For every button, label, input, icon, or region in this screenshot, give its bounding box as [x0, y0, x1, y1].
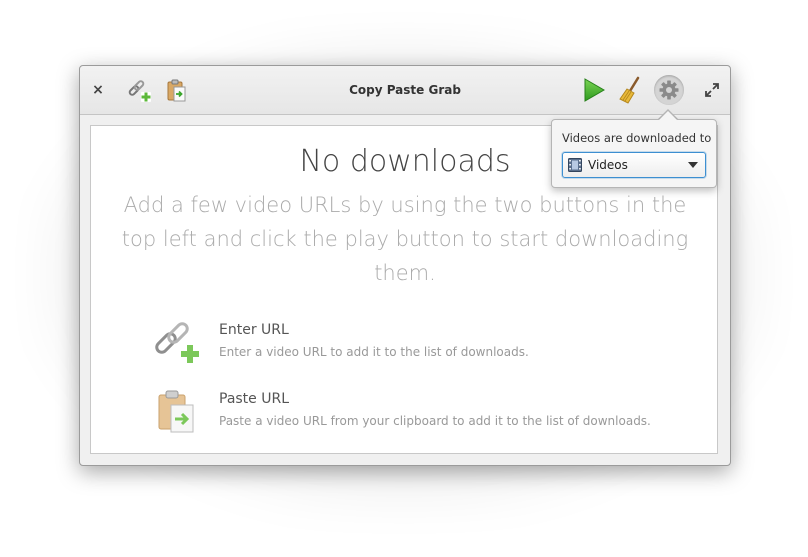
clipboard-paste-icon [153, 389, 201, 435]
link-add-icon [153, 320, 201, 366]
settings-button[interactable] [654, 75, 684, 105]
close-button[interactable]: × [88, 80, 108, 100]
link-add-icon [128, 80, 151, 102]
film-icon [568, 158, 582, 172]
download-folder-value: Videos [588, 158, 628, 172]
close-icon: × [92, 82, 104, 98]
paste-url-button[interactable] [165, 78, 189, 104]
enter-url-description: Enter a video URL to add it to the list … [219, 345, 529, 359]
settings-popover: Videos are downloaded to Videos [551, 119, 717, 188]
chevron-down-icon [688, 162, 698, 168]
enter-url-action[interactable]: Enter URL Enter a video URL to add it to… [153, 318, 693, 366]
enter-url-button[interactable] [126, 78, 152, 104]
download-location-label: Videos are downloaded to [562, 131, 712, 145]
start-download-button[interactable] [581, 77, 607, 103]
maximize-icon [705, 83, 719, 97]
broom-icon [619, 76, 640, 104]
paste-url-action[interactable]: Paste URL Paste a video URL from your cl… [153, 387, 693, 435]
clear-downloads-button[interactable] [618, 76, 644, 104]
popover-arrow-fill [658, 111, 678, 121]
play-icon [584, 78, 605, 102]
paste-url-description: Paste a video URL from your clipboard to… [219, 414, 651, 428]
paste-url-title: Paste URL [219, 391, 290, 407]
clipboard-paste-icon [167, 79, 186, 102]
download-folder-chooser[interactable]: Videos [562, 152, 706, 178]
gear-icon [659, 80, 679, 100]
header-bar: Copy Paste Grab × [80, 66, 730, 115]
empty-state-description: Add a few video URLs by using the two bu… [121, 193, 689, 285]
maximize-button[interactable] [702, 80, 722, 100]
enter-url-title: Enter URL [219, 322, 289, 338]
